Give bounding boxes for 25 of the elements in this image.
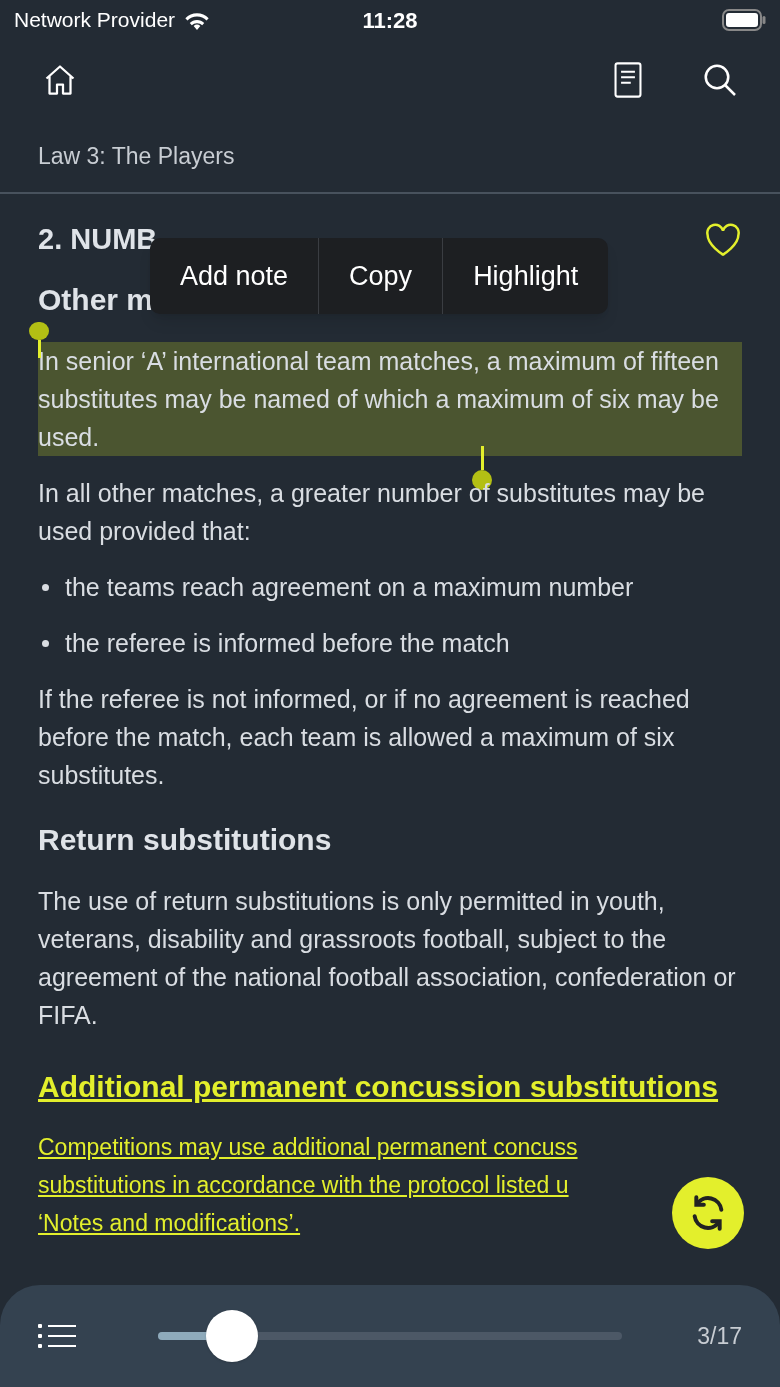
page-slider[interactable] — [158, 1310, 622, 1362]
link-heading[interactable]: Additional permanent concussion substitutions — [38, 1063, 742, 1110]
concussion-link[interactable]: Competitions may use additional permanent concuss substitutions in accordance with the protocol listed u ‘Notes and modifications’. — [38, 1127, 578, 1242]
list-icon[interactable] — [38, 1323, 78, 1349]
clock: 11:28 — [362, 6, 418, 35]
section-heading: 2. NUMB — [38, 222, 158, 257]
page-counter: 3/17 — [697, 1321, 742, 1351]
list-item: the referee is informed before the match — [65, 627, 510, 659]
chapter-title: Law 3: The Players — [38, 141, 235, 171]
battery-icon — [722, 9, 766, 31]
carrier-label: Network Provider — [14, 7, 176, 34]
paragraph: The use of return substitutions is only permitted in youth, veterans, disability and grassroots football, subject to the agreement of the national football association, confederation or FIFA. — [38, 885, 737, 1031]
menu-option[interactable]: Copy — [318, 238, 443, 314]
heart-icon[interactable] — [704, 222, 742, 257]
paragraph: If the referee is not informed, or if no agreement is reached before the match, each team is allowed a maximum of six substitutes. — [38, 683, 691, 791]
paragraph: In all other matches, a greater number of substitutes may be used provided that: — [38, 477, 706, 547]
bullet-icon — [42, 639, 49, 647]
subheading: Other m — [38, 281, 155, 318]
menu-option[interactable]: Highlight — [442, 238, 609, 314]
list-item: the teams reach agreement on a maximum number — [65, 571, 634, 603]
document-icon[interactable] — [612, 62, 644, 98]
bullet-icon — [42, 583, 49, 591]
paragraph: In senior ‘A’ international team matches, a maximum of fifteen substitutes may be named of which a maximum of six may be used. — [38, 341, 742, 456]
search-icon[interactable] — [702, 62, 738, 98]
subheading: Return substitutions — [38, 821, 333, 858]
